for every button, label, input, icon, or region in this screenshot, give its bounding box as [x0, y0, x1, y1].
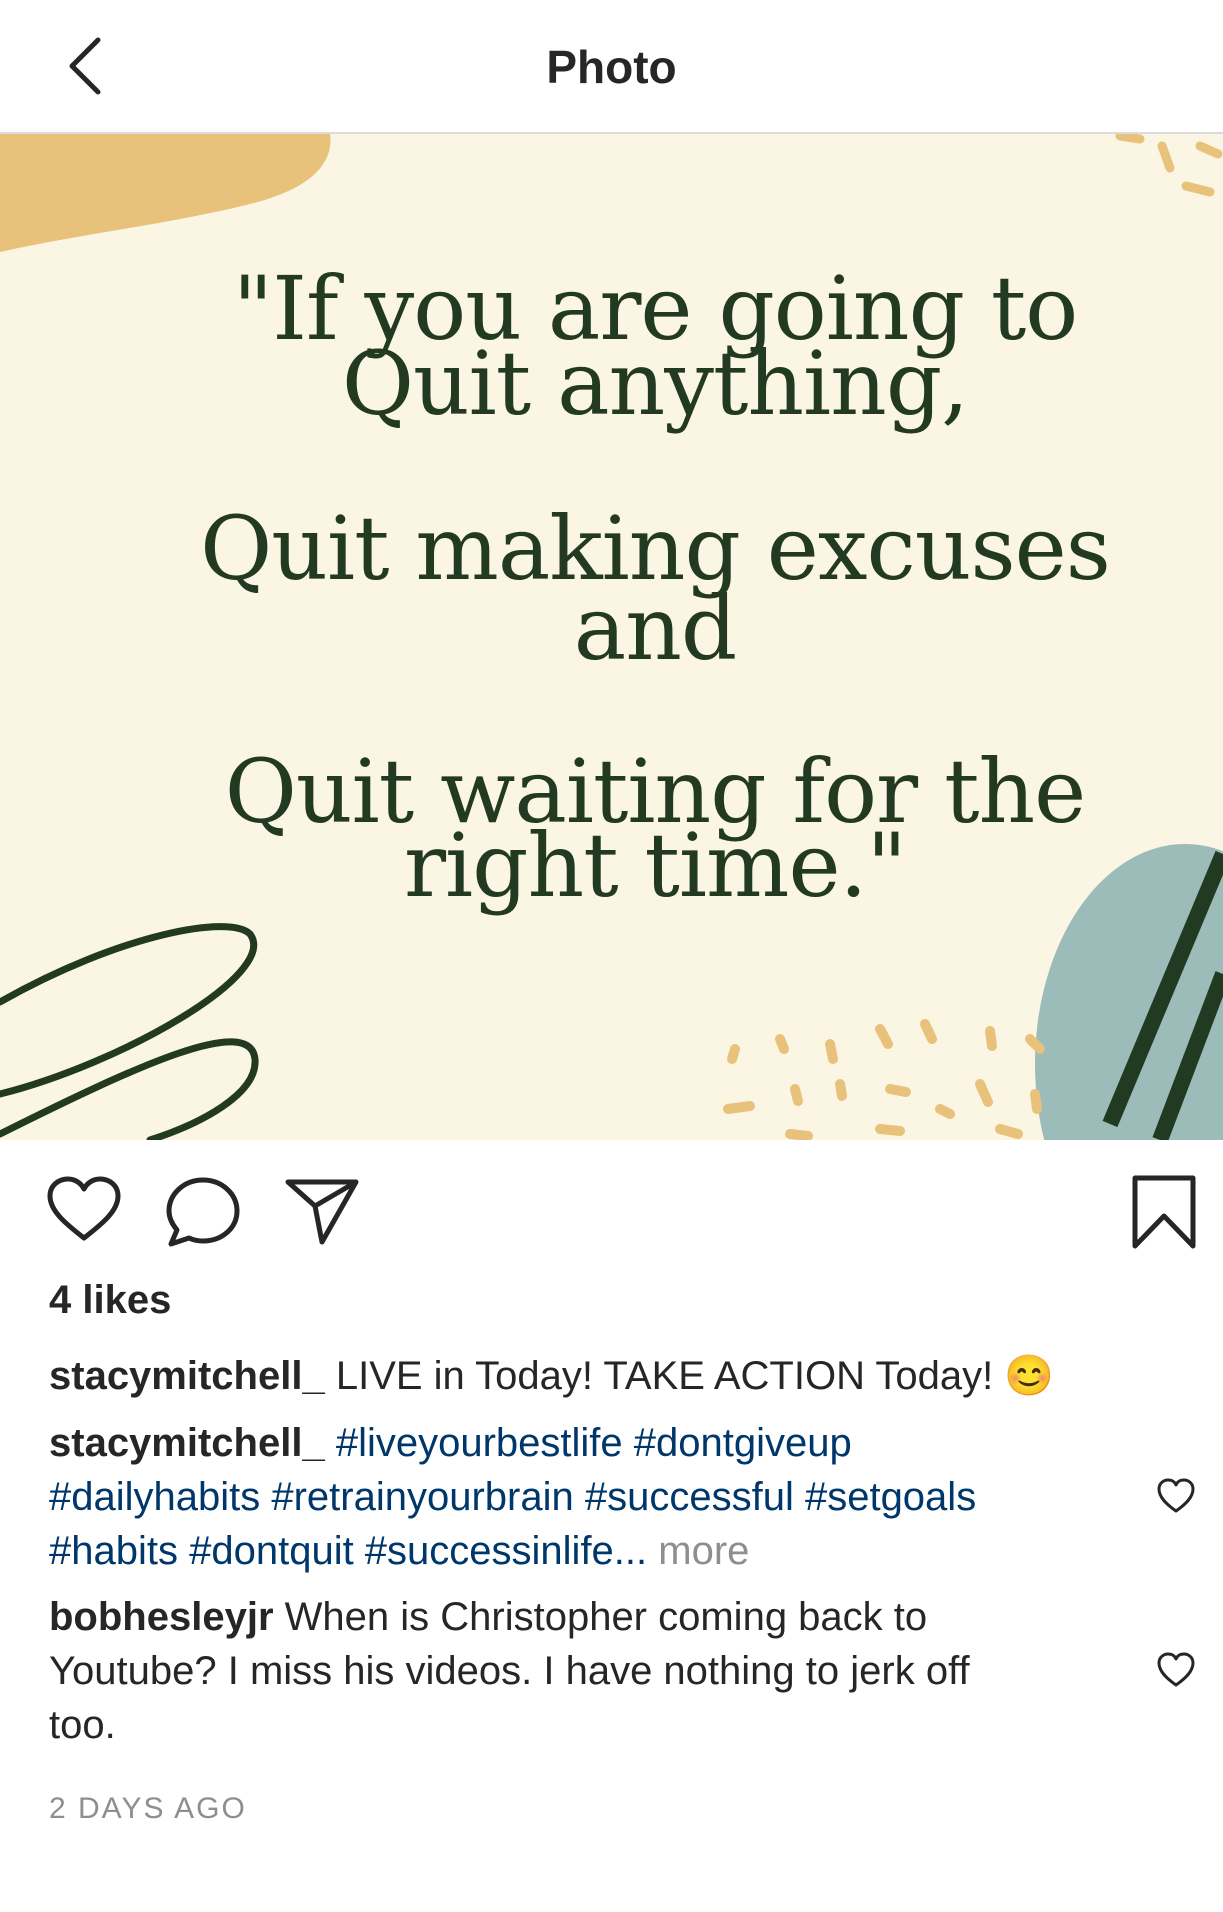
likes-count[interactable]: 4 likes: [49, 1278, 171, 1323]
quote-line: and: [573, 577, 737, 680]
caption-username[interactable]: stacymitchell_: [49, 1354, 325, 1398]
comment-text: Youtube? I miss his videos. I have nothi…: [49, 1649, 970, 1693]
quote-line: Quit anything,: [341, 332, 969, 435]
smile-emoji: 😊: [1004, 1354, 1055, 1398]
hashtags[interactable]: #habits #dontquit #successinlife...: [49, 1529, 647, 1573]
comment-icon: [166, 1177, 240, 1247]
hashtags[interactable]: #liveyourbestlife #dontgiveup: [336, 1421, 852, 1465]
share-button[interactable]: [284, 1176, 360, 1251]
comment-text: When is Christopher coming back to: [284, 1595, 928, 1639]
paper-plane-icon: [285, 1179, 359, 1245]
comment-button[interactable]: [165, 1176, 241, 1253]
post-timestamp: 2 DAYS AGO: [49, 1792, 247, 1825]
post-caption: stacymitchell_ LIVE in Today! TAKE ACTIO…: [49, 1349, 1159, 1403]
heart-icon: [1157, 1652, 1195, 1687]
save-button[interactable]: [1130, 1174, 1198, 1257]
heart-icon: [1157, 1478, 1195, 1513]
bookmark-icon: [1132, 1175, 1196, 1249]
like-button[interactable]: [46, 1176, 122, 1247]
more-link[interactable]: more: [658, 1529, 749, 1573]
comment-username[interactable]: bobhesleyjr: [49, 1595, 274, 1639]
hashtags[interactable]: #dailyhabits #retrainyourbrain #successf…: [49, 1470, 1159, 1524]
comment-username[interactable]: stacymitchell_: [49, 1421, 325, 1465]
post-actions: [0, 1140, 1223, 1270]
comment: bobhesleyjr When is Christopher coming b…: [49, 1590, 1159, 1752]
comment-like-button[interactable]: [1156, 1478, 1196, 1514]
caption-text: LIVE in Today! TAKE ACTION Today!: [335, 1354, 994, 1398]
page-title: Photo: [546, 41, 677, 93]
comment-text: too.: [49, 1703, 116, 1747]
quote-line: right time.": [403, 814, 907, 917]
post-image[interactable]: "If you are going to Quit anything, Quit…: [0, 134, 1223, 1140]
heart-icon: [47, 1176, 121, 1241]
comment: stacymitchell_ #liveyourbestlife #dontgi…: [49, 1416, 1159, 1578]
comment-like-button[interactable]: [1156, 1652, 1196, 1688]
nav-bar: Photo: [0, 0, 1223, 134]
